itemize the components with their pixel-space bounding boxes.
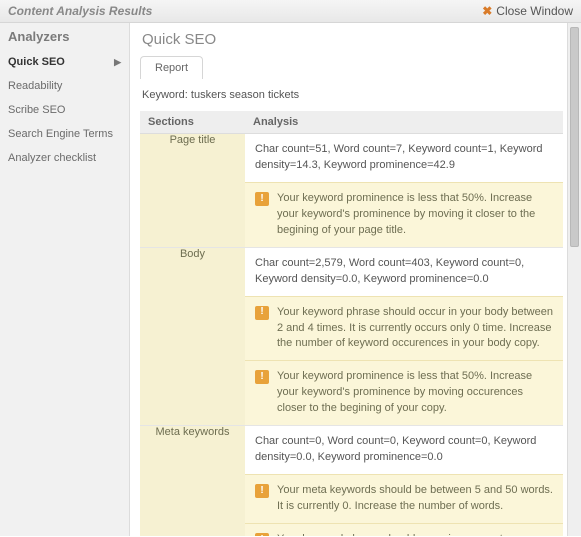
section-name: Meta keywords <box>140 426 245 536</box>
col-analysis: Analysis <box>245 111 563 134</box>
keyword-value: tuskers season tickets <box>191 89 299 101</box>
app-title: Content Analysis Results <box>8 4 152 18</box>
table-row: Meta keywordsChar count=0, Word count=0,… <box>140 426 563 536</box>
analysis-cell: Char count=51, Word count=7, Keyword cou… <box>245 134 563 248</box>
section-name: Body <box>140 247 245 426</box>
analysis-cell: Char count=2,579, Word count=403, Keywor… <box>245 247 563 426</box>
keyword-line: Keyword: tuskers season tickets <box>142 89 563 101</box>
sidebar-item-4[interactable]: Analyzer checklist <box>0 146 129 170</box>
scrollbar-thumb[interactable] <box>570 27 579 247</box>
sidebar: Analyzers Quick SEO ▶ Readability Scribe SE… <box>0 23 130 536</box>
sidebar-heading: Analyzers <box>0 25 129 50</box>
main-panel: Quick SEO Report Keyword: tuskers season… <box>130 23 581 536</box>
close-window-label: Close Window <box>496 4 573 18</box>
titlebar: Content Analysis Results ✖ Close Window <box>0 0 581 23</box>
warning-icon: ! <box>255 533 269 536</box>
message-text: Your keyword phrase should occur in your… <box>277 532 553 536</box>
keyword-label: Keyword: <box>142 89 188 101</box>
sidebar-item-1[interactable]: Readability <box>0 74 129 98</box>
caret-right-icon: ▶ <box>114 57 121 68</box>
sidebar-item-label: Search Engine Terms <box>8 128 113 140</box>
warning-icon: ! <box>255 484 269 498</box>
message-warning: ! Your keyword prominence is less that 50… <box>245 360 563 425</box>
analysis-cell: Char count=0, Word count=0, Keyword coun… <box>245 426 563 536</box>
stats-text: Char count=0, Word count=0, Keyword coun… <box>245 426 563 474</box>
message-text: Your meta keywords should be between 5 a… <box>277 483 553 515</box>
stats-text: Char count=2,579, Word count=403, Keywor… <box>245 248 563 296</box>
sidebar-item-label: Scribe SEO <box>8 104 65 116</box>
message-text: Your keyword prominence is less that 50%… <box>277 191 553 239</box>
section-name: Page title <box>140 134 245 248</box>
sidebar-item-label: Analyzer checklist <box>8 152 96 164</box>
sidebar-item-label: Readability <box>8 80 62 92</box>
tab-bar: Report <box>140 56 563 79</box>
page-title: Quick SEO <box>142 31 563 48</box>
stats-text: Char count=51, Word count=7, Keyword cou… <box>245 134 563 182</box>
warning-icon: ! <box>255 306 269 320</box>
sidebar-item-0[interactable]: Quick SEO ▶ <box>0 50 129 74</box>
close-icon: ✖ <box>482 4 492 18</box>
sidebar-item-3[interactable]: Search Engine Terms <box>0 122 129 146</box>
tab-report[interactable]: Report <box>140 56 203 79</box>
message-warning: ! Your meta keywords should be between 5 … <box>245 474 563 523</box>
message-warning: ! Your keyword prominence is less that 50… <box>245 182 563 247</box>
scrollbar[interactable] <box>567 23 581 536</box>
table-row: Page titleChar count=51, Word count=7, K… <box>140 134 563 248</box>
message-warning: ! Your keyword phrase should occur in you… <box>245 523 563 536</box>
warning-icon: ! <box>255 370 269 384</box>
sidebar-item-2[interactable]: Scribe SEO <box>0 98 129 122</box>
warning-icon: ! <box>255 192 269 206</box>
table-row: BodyChar count=2,579, Word count=403, Ke… <box>140 247 563 426</box>
col-sections: Sections <box>140 111 245 134</box>
message-warning: ! Your keyword phrase should occur in you… <box>245 296 563 361</box>
analysis-table: Sections Analysis Page titleChar count=5… <box>140 111 563 536</box>
sidebar-item-label: Quick SEO <box>8 56 65 68</box>
message-text: Your keyword prominence is less that 50%… <box>277 369 553 417</box>
message-text: Your keyword phrase should occur in your… <box>277 305 553 353</box>
close-window-button[interactable]: ✖ Close Window <box>482 4 573 18</box>
